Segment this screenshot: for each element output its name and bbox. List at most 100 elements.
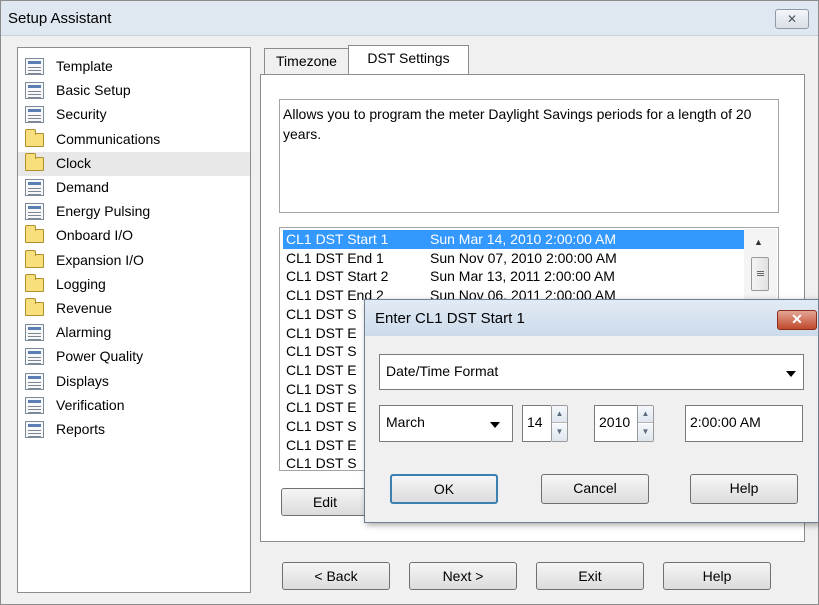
day-down-icon[interactable]: ▼ — [552, 424, 567, 441]
close-icon: ✕ — [791, 311, 803, 327]
sidebar-item-energy-pulsing[interactable]: Energy Pulsing — [18, 200, 250, 224]
dialog-title-bar: Enter CL1 DST Start 1 ✕ — [365, 300, 818, 336]
edit-button[interactable]: Edit — [281, 488, 369, 516]
day-stepper[interactable]: ▲ ▼ — [551, 405, 568, 442]
document-icon — [25, 82, 44, 100]
sidebar-item-label: Basic Setup — [56, 82, 131, 99]
sidebar-item-demand[interactable]: Demand — [18, 176, 250, 200]
sidebar-item-label: Template — [56, 58, 113, 74]
list-item[interactable]: CL1 DST Start 1 Sun Mar 14, 2010 2:00:00 … — [283, 230, 753, 249]
document-icon — [25, 421, 44, 438]
dialog-title: Enter CL1 DST Start 1 — [375, 310, 525, 327]
tab-timezone[interactable]: Timezone — [264, 48, 349, 74]
sidebar-item-label: Reports — [56, 421, 106, 437]
sidebar-item-label: Expansion I/O — [56, 251, 144, 268]
sidebar-item-label: Communications — [56, 130, 161, 147]
cancel-button[interactable]: Cancel — [541, 474, 649, 504]
folder-icon — [25, 225, 44, 244]
close-icon: ✕ — [786, 12, 798, 26]
next-button[interactable]: Next > — [409, 562, 517, 590]
help-button-label: Help — [702, 568, 732, 584]
list-item-name: CL1 DST End 1 — [286, 249, 384, 266]
datetime-format-value: Date/Time Format — [386, 363, 499, 379]
list-item[interactable]: CL1 DST End 1 Sun Nov 07, 2010 2:00:00 AM — [283, 249, 753, 268]
list-item-name: CL1 DST E — [286, 324, 357, 341]
sidebar-item-template[interactable]: Template — [18, 55, 250, 79]
list-item-value: Sun Nov 07, 2010 2:00:00 AM — [430, 249, 617, 266]
sidebar-item-label: Clock — [56, 154, 92, 171]
document-icon — [25, 203, 44, 221]
exit-button[interactable]: Exit — [536, 562, 644, 590]
sidebar-item-verification[interactable]: Verification — [18, 394, 250, 418]
month-value: March — [386, 414, 425, 430]
sidebar-item-expansion-i-o[interactable]: Expansion I/O — [18, 249, 250, 273]
year-up-icon[interactable]: ▲ — [638, 406, 653, 423]
list-item-name: CL1 DST Start 1 — [286, 231, 389, 247]
document-icon — [25, 372, 44, 390]
list-item[interactable]: CL1 DST Start 2 Sun Mar 13, 2011 2:00:00 … — [283, 267, 753, 286]
list-item-name: CL1 DST Start 2 — [286, 268, 389, 285]
description-text: Allows you to program the meter Daylight… — [283, 106, 752, 142]
year-down-icon[interactable]: ▼ — [638, 424, 653, 441]
folder-icon — [25, 298, 44, 316]
tab-timezone-label: Timezone — [276, 53, 337, 69]
sidebar-item-basic-setup[interactable]: Basic Setup — [18, 79, 250, 103]
back-button[interactable]: < Back — [282, 562, 390, 590]
time-value: 2:00:00 AM — [690, 414, 761, 430]
document-icon — [25, 179, 44, 196]
sidebar-item-label: Power Quality — [56, 348, 144, 365]
list-item-name: CL1 DST E — [286, 361, 357, 378]
sidebar-item-power-quality[interactable]: Power Quality — [18, 345, 250, 369]
dialog-close-button[interactable]: ✕ — [777, 310, 817, 330]
next-button-label: Next > — [442, 568, 484, 584]
sidebar-item-alarming[interactable]: Alarming — [18, 321, 250, 345]
list-item-name: CL1 DST S — [286, 305, 357, 322]
dialog-help-button[interactable]: Help — [690, 474, 798, 504]
day-field[interactable]: 14 — [522, 405, 551, 442]
sidebar-item-label: Logging — [56, 275, 106, 292]
list-item-name: CL1 DST S — [286, 418, 357, 434]
sidebar-item-label: Alarming — [56, 324, 112, 341]
sidebar-item-onboard-i-o[interactable]: Onboard I/O — [18, 224, 250, 248]
description-box: Allows you to program the meter Daylight… — [279, 99, 779, 213]
tab-dst-settings[interactable]: DST Settings — [348, 45, 469, 74]
datetime-format-select[interactable]: Date/Time Format — [379, 354, 804, 390]
sidebar-item-label: Demand — [56, 179, 109, 195]
scroll-thumb[interactable] — [751, 257, 769, 291]
sidebar-item-displays[interactable]: Displays — [18, 370, 250, 394]
window-title: Setup Assistant — [8, 10, 112, 27]
list-item-name: CL1 DST E — [286, 436, 357, 453]
navigation-tree: Template Basic Setup Security Communication… — [17, 47, 251, 593]
ok-button[interactable]: OK — [390, 474, 498, 504]
month-select[interactable]: March — [379, 405, 513, 442]
year-stepper[interactable]: ▲ ▼ — [637, 405, 654, 442]
sidebar-item-label: Security — [56, 106, 107, 123]
sidebar-item-revenue[interactable]: Revenue — [18, 297, 250, 321]
scroll-up-icon[interactable]: ▲ — [754, 237, 763, 247]
folder-icon — [25, 249, 44, 268]
list-item-name: CL1 DST E — [286, 399, 357, 416]
time-field[interactable]: 2:00:00 AM — [685, 405, 803, 442]
sidebar-item-logging[interactable]: Logging — [18, 273, 250, 297]
ok-button-label: OK — [433, 481, 455, 497]
chevron-down-icon — [786, 371, 796, 377]
document-icon — [25, 324, 44, 342]
exit-button-label: Exit — [578, 568, 602, 584]
year-field[interactable]: 2010 — [594, 405, 638, 442]
folder-icon — [25, 128, 44, 147]
sidebar-item-label: Verification — [56, 396, 125, 413]
back-button-label: < Back — [314, 568, 358, 584]
enter-dst-dialog: Enter CL1 DST Start 1 ✕ Date/Time Format… — [364, 299, 819, 523]
window-close-button[interactable]: ✕ — [775, 9, 809, 29]
help-button[interactable]: Help — [663, 562, 771, 590]
sidebar-item-security[interactable]: Security — [18, 103, 250, 127]
day-up-icon[interactable]: ▲ — [552, 406, 567, 423]
sidebar-item-communications[interactable]: Communications — [18, 128, 250, 152]
list-item-name: CL1 DST S — [286, 380, 357, 397]
sidebar-item-clock[interactable]: Clock — [18, 151, 250, 176]
list-item-name: CL1 DST S — [286, 455, 357, 471]
folder-icon — [25, 273, 44, 292]
sidebar-item-reports[interactable]: Reports — [18, 418, 250, 442]
sidebar-item-label: Displays — [56, 372, 109, 389]
list-item-value: Sun Mar 13, 2011 2:00:00 AM — [430, 268, 615, 285]
